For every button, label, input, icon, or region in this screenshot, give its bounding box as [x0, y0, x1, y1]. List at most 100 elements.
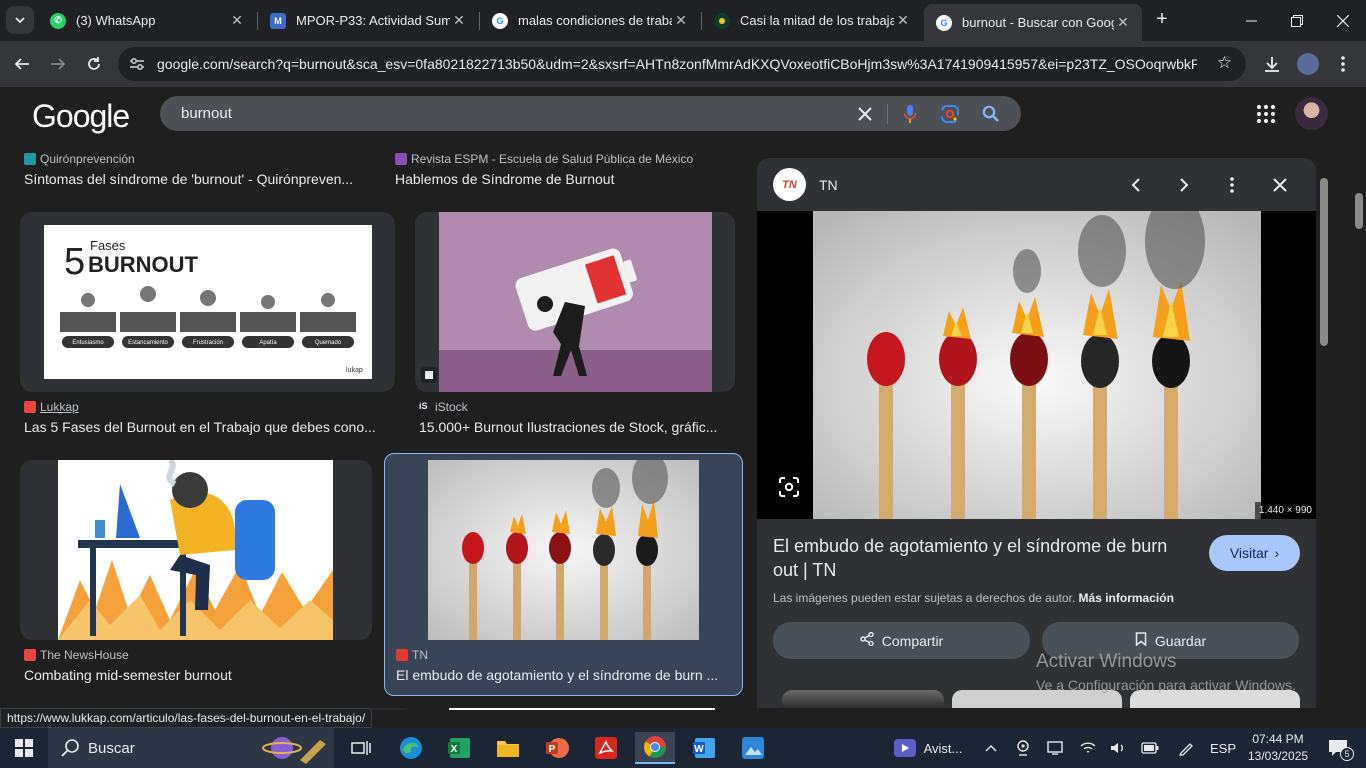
preview-more-button[interactable]	[1220, 173, 1244, 197]
back-button[interactable]	[8, 50, 36, 78]
google-account-avatar[interactable]	[1295, 97, 1328, 130]
result-image-lukkap[interactable]: 5 Fases BURNOUT Entusiasmo Estancamiento…	[20, 212, 395, 392]
tn-logo[interactable]: TN	[773, 168, 806, 201]
zoom-app-taskbar-button[interactable]: Avist...	[884, 728, 972, 768]
acrobat-taskbar-button[interactable]	[586, 732, 626, 764]
next-image-button[interactable]	[1172, 173, 1196, 197]
result-source[interactable]: The NewsHouse	[24, 648, 129, 662]
related-image-thumb[interactable]	[782, 690, 944, 708]
battery-icon	[1141, 742, 1159, 754]
result-source[interactable]: Lukkap	[24, 400, 79, 414]
activate-windows-title: Activar Windows	[1036, 651, 1177, 672]
close-tab-icon[interactable]: ✕	[672, 12, 690, 29]
new-tab-button[interactable]: +	[1150, 8, 1174, 32]
result-image-newshouse[interactable]	[20, 460, 372, 640]
close-tab-icon[interactable]: ✕	[450, 12, 468, 29]
url-text[interactable]: google.com/search?q=burnout&sca_esv=0fa8…	[157, 56, 1197, 72]
tab-malas-condiciones[interactable]: G malas condiciones de trabaj ✕	[480, 0, 700, 41]
site-settings-icon[interactable]	[128, 55, 146, 73]
whatsapp-icon: ✆	[50, 12, 66, 29]
result-title[interactable]: Las 5 Fases del Burnout en el Trabajo qu…	[24, 419, 390, 435]
previous-image-button[interactable]	[1124, 173, 1148, 197]
downloads-button[interactable]	[1260, 52, 1284, 76]
photos-taskbar-button[interactable]	[733, 732, 773, 764]
excel-taskbar-button[interactable]: X	[439, 732, 479, 764]
language-indicator[interactable]: ESP	[1208, 728, 1238, 768]
google-logo[interactable]: Google	[32, 98, 130, 135]
lens-search-image-icon[interactable]	[777, 475, 805, 503]
edge-taskbar-button[interactable]	[391, 732, 431, 764]
tab-whatsapp[interactable]: ✆ (3) WhatsApp ✕	[38, 0, 256, 41]
tray-volume-icon[interactable]	[1108, 728, 1128, 768]
show-hidden-icons-button[interactable]	[982, 728, 1000, 768]
start-button[interactable]	[4, 732, 44, 764]
page-scrollbar[interactable]	[1352, 87, 1366, 720]
address-bar[interactable]: google.com/search?q=burnout&sca_esv=0fa8…	[118, 47, 1246, 81]
scrollbar-thumb[interactable]	[1355, 193, 1363, 229]
scrollbar-thumb[interactable]	[1320, 178, 1328, 346]
share-button[interactable]: Compartir	[773, 622, 1030, 659]
result-image-istock[interactable]	[415, 212, 735, 392]
minimize-button[interactable]	[1228, 0, 1274, 41]
result-title[interactable]: El embudo de agotamiento y el síndrome d…	[396, 667, 732, 683]
close-preview-button[interactable]	[1268, 173, 1292, 197]
result-source[interactable]: Quirónprevención	[24, 152, 135, 166]
result-image-tn[interactable]	[428, 460, 699, 640]
search-submit-icon[interactable]	[980, 103, 1002, 125]
tray-network-icon[interactable]	[1078, 728, 1098, 768]
word-taskbar-button[interactable]: W	[684, 732, 724, 764]
tab-mpor[interactable]: M MPOR-P33: Actividad Sumat ✕	[258, 0, 478, 41]
clock[interactable]: 07:44 PM 13/03/2025	[1248, 731, 1308, 765]
image-brand: lukap	[346, 367, 363, 374]
bookmark-star-icon[interactable]: ☆	[1217, 53, 1232, 73]
reload-button[interactable]	[80, 50, 108, 78]
chrome-taskbar-button-active[interactable]	[635, 732, 675, 764]
result-image-partial[interactable]	[449, 708, 715, 710]
close-tab-icon[interactable]: ✕	[228, 12, 246, 29]
powerpoint-taskbar-button[interactable]: P	[537, 732, 577, 764]
restore-button[interactable]	[1274, 0, 1320, 41]
result-title[interactable]: Combating mid-semester burnout	[24, 667, 364, 683]
close-window-button[interactable]	[1320, 0, 1366, 41]
windows-logo-icon	[15, 739, 33, 757]
result-title[interactable]: Hablemos de Síndrome de Burnout	[395, 171, 725, 187]
tab-search-button[interactable]	[6, 6, 34, 34]
tab-title: burnout - Buscar con Googl	[962, 15, 1114, 30]
task-view-button[interactable]	[341, 732, 381, 764]
google-apps-icon[interactable]	[1256, 104, 1276, 124]
preview-title[interactable]: El embudo de agotamiento y el síndrome d…	[773, 534, 1193, 582]
forward-button[interactable]	[44, 50, 72, 78]
voice-search-icon[interactable]	[899, 103, 921, 125]
result-source[interactable]: Revista ESPM - Escuela de Salud Pública …	[395, 152, 693, 166]
result-title[interactable]: 15.000+ Burnout Ilustraciones de Stock, …	[419, 419, 731, 435]
tab-casi-la-mitad[interactable]: Casi la mitad de los trabajad ✕	[702, 0, 922, 41]
tray-battery-icon[interactable]	[1140, 728, 1160, 768]
lens-search-icon[interactable]	[939, 103, 961, 125]
clear-search-icon[interactable]	[854, 103, 876, 125]
tray-webcam-icon[interactable]	[1013, 728, 1033, 768]
tab-burnout-active[interactable]: G burnout - Buscar con Googl ✕	[924, 4, 1142, 41]
photos-icon	[742, 737, 764, 759]
taskbar-search-box[interactable]: Buscar	[48, 728, 334, 768]
visit-button[interactable]: Visitar ›	[1209, 535, 1300, 571]
result-source[interactable]: TN	[396, 648, 428, 662]
search-input[interactable]: burnout	[181, 105, 232, 122]
notification-center-button[interactable]: 5	[1320, 728, 1356, 768]
stage-label: Entusiasmo	[72, 340, 104, 346]
result-title[interactable]: Síntomas del síndrome de 'burnout' - Qui…	[24, 171, 369, 187]
result-source[interactable]: iS iStock	[419, 400, 468, 414]
chrome-menu-button[interactable]	[1331, 52, 1355, 76]
profile-button[interactable]	[1296, 52, 1320, 76]
file-explorer-taskbar-button[interactable]	[488, 732, 528, 764]
tray-pen-icon[interactable]	[1176, 728, 1196, 768]
preview-image[interactable]: 1.440 × 990	[757, 193, 1316, 519]
close-tab-icon[interactable]: ✕	[1114, 14, 1132, 31]
more-info-link[interactable]: Más información	[1079, 591, 1174, 605]
tray-screen-icon[interactable]	[1045, 728, 1065, 768]
copyright-notice: Las imágenes pueden estar sujetas a dere…	[773, 591, 1174, 605]
close-tab-icon[interactable]: ✕	[894, 12, 912, 29]
search-box[interactable]: burnout	[160, 96, 1021, 131]
preview-source-name[interactable]: TN	[819, 177, 838, 193]
preview-scrollbar[interactable]	[1318, 160, 1330, 708]
taskbar-search-placeholder: Buscar	[88, 739, 135, 757]
